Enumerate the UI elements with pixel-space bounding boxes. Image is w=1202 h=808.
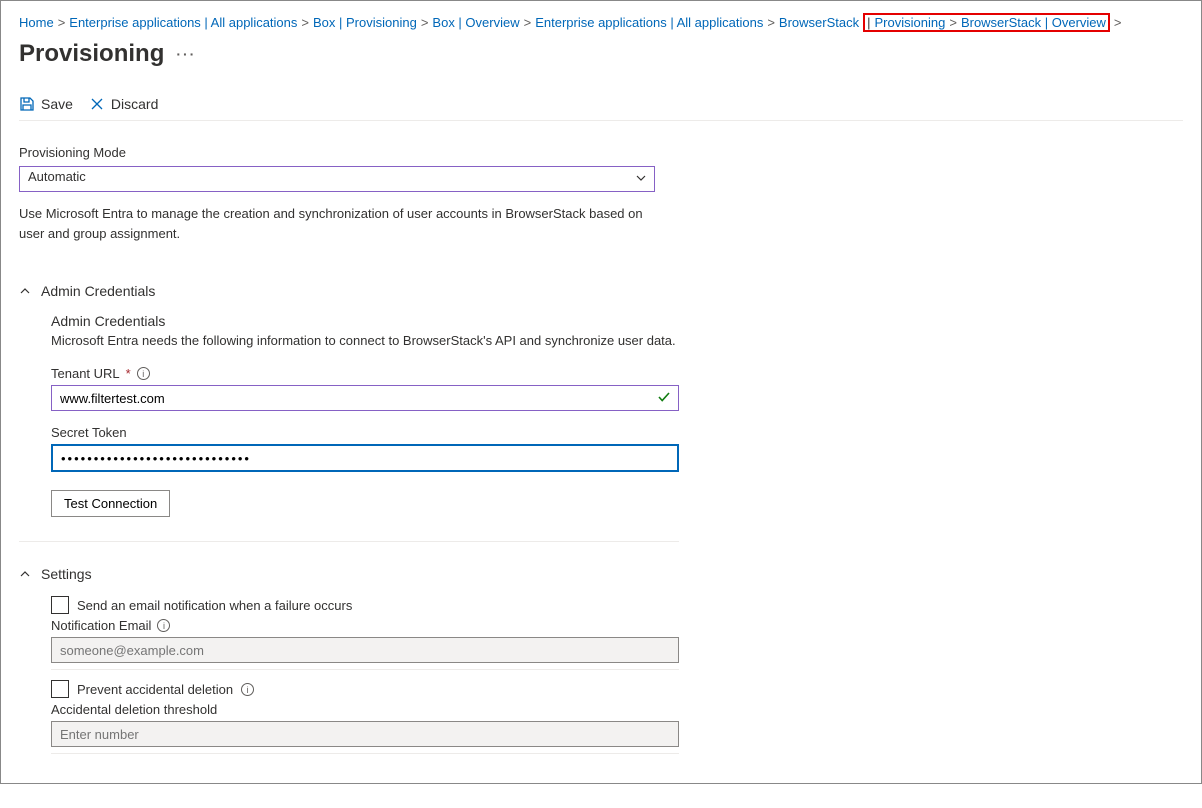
page-title-text: Provisioning [19, 40, 164, 68]
breadcrumb-item[interactable]: Box | Overview [432, 15, 519, 30]
save-icon [19, 96, 35, 112]
tenant-url-input[interactable] [51, 385, 679, 411]
pipe-icon: | [867, 15, 870, 30]
chevron-right-icon: > [767, 15, 775, 30]
chevron-up-icon [19, 568, 31, 580]
admin-credentials-desc: Microsoft Entra needs the following info… [51, 333, 679, 348]
chevron-right-icon: > [524, 15, 532, 30]
test-connection-button[interactable]: Test Connection [51, 490, 170, 517]
settings-title: Settings [41, 566, 92, 582]
required-indicator: * [126, 366, 131, 381]
settings-section: Settings Send an email notification when… [19, 554, 679, 778]
breadcrumb-item[interactable]: Box | Provisioning [313, 15, 417, 30]
provisioning-mode-label: Provisioning Mode [19, 145, 679, 160]
breadcrumb-item[interactable]: BrowserStack | Overview [961, 15, 1106, 30]
admin-credentials-title: Admin Credentials [41, 283, 155, 299]
breadcrumb-item[interactable]: Home [19, 15, 54, 30]
breadcrumb-item[interactable]: BrowserStack [779, 15, 859, 30]
chevron-right-icon: > [58, 15, 66, 30]
save-label: Save [41, 96, 73, 112]
notification-email-label: Notification Email [51, 618, 151, 633]
deletion-threshold-label: Accidental deletion threshold [51, 702, 217, 717]
toolbar: Save Discard [19, 88, 1183, 121]
secret-token-label: Secret Token [51, 425, 127, 440]
admin-credentials-section: Admin Credentials Admin Credentials Micr… [19, 271, 679, 542]
secret-token-input[interactable] [51, 444, 679, 472]
admin-credentials-toggle[interactable]: Admin Credentials [19, 283, 679, 299]
breadcrumb-item[interactable]: Enterprise applications | All applicatio… [69, 15, 297, 30]
save-button[interactable]: Save [19, 96, 73, 112]
settings-toggle[interactable]: Settings [19, 566, 679, 582]
breadcrumb-highlight: | Provisioning > BrowserStack | Overview [863, 13, 1110, 32]
close-icon [89, 96, 105, 112]
info-icon[interactable]: i [157, 619, 170, 632]
breadcrumb-item[interactable]: Enterprise applications | All applicatio… [535, 15, 763, 30]
chevron-up-icon [19, 285, 31, 297]
info-icon[interactable]: i [137, 367, 150, 380]
discard-label: Discard [111, 96, 158, 112]
prevent-deletion-label: Prevent accidental deletion [77, 682, 233, 697]
chevron-right-icon: > [949, 15, 957, 30]
chevron-right-icon: > [1114, 15, 1122, 30]
checkmark-icon [657, 390, 671, 404]
tenant-url-label: Tenant URL [51, 366, 120, 381]
prevent-deletion-checkbox[interactable] [51, 680, 69, 698]
breadcrumb-item[interactable]: Provisioning [875, 15, 946, 30]
notification-email-input[interactable] [51, 637, 679, 663]
discard-button[interactable]: Discard [89, 96, 158, 112]
admin-credentials-subtitle: Admin Credentials [51, 313, 679, 329]
chevron-right-icon: > [421, 15, 429, 30]
email-notification-label: Send an email notification when a failur… [77, 598, 352, 613]
more-actions-icon[interactable]: ··· [176, 46, 196, 62]
provisioning-mode-select[interactable]: Automatic [19, 166, 655, 192]
info-icon[interactable]: i [241, 683, 254, 696]
email-notification-checkbox[interactable] [51, 596, 69, 614]
page-title: Provisioning ··· [19, 40, 1183, 68]
deletion-threshold-input[interactable] [51, 721, 679, 747]
provisioning-mode-helper: Use Microsoft Entra to manage the creati… [19, 204, 655, 243]
chevron-right-icon: > [301, 15, 309, 30]
breadcrumb: Home > Enterprise applications | All appl… [19, 13, 1183, 32]
